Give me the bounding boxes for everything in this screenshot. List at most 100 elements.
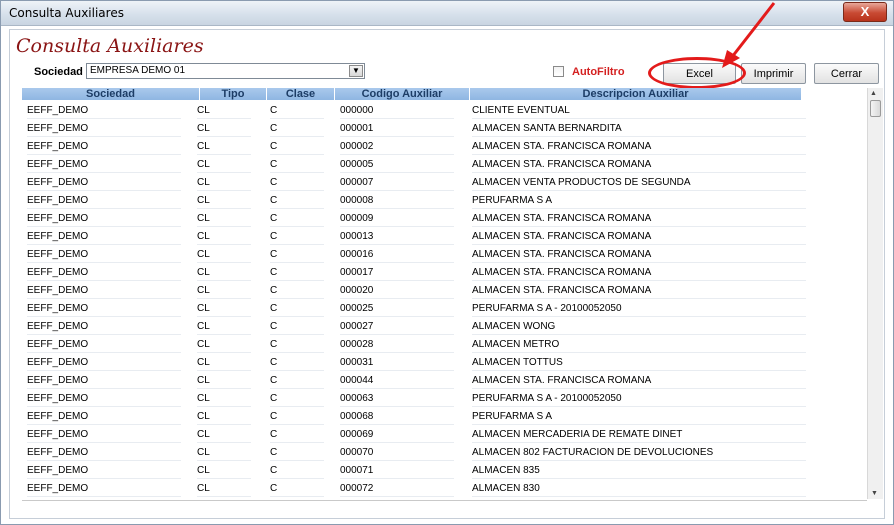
title-bar[interactable]: Consulta Auxiliares X bbox=[1, 1, 893, 26]
cell-sociedad: EEFF_DEMO bbox=[27, 408, 187, 426]
table-row[interactable]: EEFF_DEMO CL C 000009 ALMACEN STA. FRANCISCA… bbox=[22, 210, 867, 228]
cell-codigo-auxiliar: 000002 bbox=[340, 138, 460, 156]
table-row[interactable]: EEFF_DEMO CL C 000013 ALMACEN STA. FRANCISCA… bbox=[22, 228, 867, 246]
column-header-tipo[interactable]: Tipo bbox=[200, 88, 267, 100]
cell-tipo: CL bbox=[197, 390, 257, 408]
cell-descripcion-auxiliar: ALMACEN MERCADERIA DE REMATE DINET bbox=[472, 426, 812, 444]
cell-descripcion-auxiliar: ALMACEN STA. FRANCISCA ROMANA bbox=[472, 138, 812, 156]
cell-descripcion-auxiliar: ALMACEN 802 FACTURACION DE DEVOLUCIONES bbox=[472, 444, 812, 462]
cell-tipo: CL bbox=[197, 372, 257, 390]
cell-descripcion-auxiliar: ALMACEN STA. FRANCISCA ROMANA bbox=[472, 264, 812, 282]
cell-tipo: CL bbox=[197, 138, 257, 156]
table-row[interactable]: EEFF_DEMO CL C 000070 ALMACEN 802 FACTURACIO… bbox=[22, 444, 867, 462]
table-row[interactable]: EEFF_DEMO CL C 000071 ALMACEN 835 bbox=[22, 462, 867, 480]
cell-clase: C bbox=[270, 336, 330, 354]
cell-descripcion-auxiliar: ALMACEN VENTA PRODUCTOS DE SEGUNDA bbox=[472, 174, 812, 192]
column-header-clase[interactable]: Clase bbox=[267, 88, 335, 100]
cell-descripcion-auxiliar: PERUFARMA S A bbox=[472, 408, 812, 426]
cell-sociedad: EEFF_DEMO bbox=[27, 210, 187, 228]
cell-tipo: CL bbox=[197, 102, 257, 120]
table-row[interactable]: EEFF_DEMO CL C 000001 ALMACEN SANTA BERNARDI… bbox=[22, 120, 867, 138]
cell-clase: C bbox=[270, 156, 330, 174]
cell-sociedad: EEFF_DEMO bbox=[27, 174, 187, 192]
cell-sociedad: EEFF_DEMO bbox=[27, 336, 187, 354]
table-row[interactable]: EEFF_DEMO CL C 000008 PERUFARMA S A bbox=[22, 192, 867, 210]
cell-codigo-auxiliar: 000000 bbox=[340, 102, 460, 120]
table-row[interactable]: EEFF_DEMO CL C 000027 ALMACEN WONG bbox=[22, 318, 867, 336]
cerrar-button[interactable]: Cerrar bbox=[814, 63, 879, 84]
table-row[interactable]: EEFF_DEMO CL C 000063 PERUFARMA S A - 201000… bbox=[22, 390, 867, 408]
column-header-codigo-auxiliar[interactable]: Codigo Auxiliar bbox=[335, 88, 470, 100]
close-window-button[interactable]: X bbox=[843, 2, 887, 22]
scroll-up-arrow-icon[interactable]: ▲ bbox=[870, 90, 877, 97]
cell-sociedad: EEFF_DEMO bbox=[27, 300, 187, 318]
scrollbar-thumb[interactable] bbox=[870, 100, 881, 117]
column-header-descripcion-auxiliar[interactable]: Descripcion Auxiliar bbox=[470, 88, 802, 100]
cell-sociedad: EEFF_DEMO bbox=[27, 246, 187, 264]
grid-bottom-border bbox=[22, 500, 867, 511]
cell-sociedad: EEFF_DEMO bbox=[27, 426, 187, 444]
sociedad-select-value: EMPRESA DEMO 01 bbox=[90, 65, 186, 76]
cell-sociedad: EEFF_DEMO bbox=[27, 264, 187, 282]
cell-clase: C bbox=[270, 354, 330, 372]
cell-tipo: CL bbox=[197, 408, 257, 426]
cell-sociedad: EEFF_DEMO bbox=[27, 318, 187, 336]
table-row[interactable]: EEFF_DEMO CL C 000025 PERUFARMA S A - 201000… bbox=[22, 300, 867, 318]
scroll-down-arrow-icon[interactable]: ▼ bbox=[871, 490, 878, 497]
cell-codigo-auxiliar: 000028 bbox=[340, 336, 460, 354]
cell-codigo-auxiliar: 000007 bbox=[340, 174, 460, 192]
cell-tipo: CL bbox=[197, 354, 257, 372]
table-row[interactable]: EEFF_DEMO CL C 000002 ALMACEN STA. FRANCISCA… bbox=[22, 138, 867, 156]
column-header-sociedad[interactable]: Sociedad bbox=[22, 88, 200, 100]
table-row[interactable]: EEFF_DEMO CL C 000020 ALMACEN STA. FRANCISCA… bbox=[22, 282, 867, 300]
table-row[interactable]: EEFF_DEMO CL C 000016 ALMACEN STA. FRANCISCA… bbox=[22, 246, 867, 264]
cell-tipo: CL bbox=[197, 246, 257, 264]
table-row[interactable]: EEFF_DEMO CL C 000005 ALMACEN STA. FRANCISCA… bbox=[22, 156, 867, 174]
cell-sociedad: EEFF_DEMO bbox=[27, 228, 187, 246]
cell-tipo: CL bbox=[197, 444, 257, 462]
cell-sociedad: EEFF_DEMO bbox=[27, 372, 187, 390]
table-row[interactable]: EEFF_DEMO CL C 000072 ALMACEN 830 bbox=[22, 480, 867, 498]
cell-clase: C bbox=[270, 246, 330, 264]
imprimir-button[interactable]: Imprimir bbox=[741, 63, 806, 84]
autofiltro-checkbox[interactable] bbox=[553, 66, 564, 77]
table-row[interactable]: EEFF_DEMO CL C 000000 CLIENTE EVENTUAL bbox=[22, 102, 867, 120]
table-row[interactable]: EEFF_DEMO CL C 000028 ALMACEN METRO bbox=[22, 336, 867, 354]
cell-descripcion-auxiliar: ALMACEN 830 bbox=[472, 480, 812, 498]
cell-sociedad: EEFF_DEMO bbox=[27, 120, 187, 138]
cell-clase: C bbox=[270, 390, 330, 408]
table-row[interactable]: EEFF_DEMO CL C 000017 ALMACEN STA. FRANCISCA… bbox=[22, 264, 867, 282]
cell-tipo: CL bbox=[197, 210, 257, 228]
cell-clase: C bbox=[270, 102, 330, 120]
table-row[interactable]: EEFF_DEMO CL C 000068 PERUFARMA S A bbox=[22, 408, 867, 426]
dropdown-arrow-icon[interactable]: ▼ bbox=[349, 65, 363, 77]
cell-descripcion-auxiliar: PERUFARMA S A - 20100052050 bbox=[472, 390, 812, 408]
cell-sociedad: EEFF_DEMO bbox=[27, 354, 187, 372]
cell-clase: C bbox=[270, 210, 330, 228]
sociedad-select[interactable]: EMPRESA DEMO 01 ▼ bbox=[86, 63, 365, 79]
cell-sociedad: EEFF_DEMO bbox=[27, 390, 187, 408]
cell-sociedad: EEFF_DEMO bbox=[27, 480, 187, 498]
cell-sociedad: EEFF_DEMO bbox=[27, 192, 187, 210]
cell-descripcion-auxiliar: ALMACEN WONG bbox=[472, 318, 812, 336]
cell-codigo-auxiliar: 000063 bbox=[340, 390, 460, 408]
cell-codigo-auxiliar: 000017 bbox=[340, 264, 460, 282]
table-row[interactable]: EEFF_DEMO CL C 000069 ALMACEN MERCADERIA DE … bbox=[22, 426, 867, 444]
cell-tipo: CL bbox=[197, 156, 257, 174]
cell-descripcion-auxiliar: ALMACEN METRO bbox=[472, 336, 812, 354]
cell-clase: C bbox=[270, 192, 330, 210]
cell-tipo: CL bbox=[197, 426, 257, 444]
cell-tipo: CL bbox=[197, 264, 257, 282]
cell-sociedad: EEFF_DEMO bbox=[27, 138, 187, 156]
cell-codigo-auxiliar: 000069 bbox=[340, 426, 460, 444]
table-row[interactable]: EEFF_DEMO CL C 000031 ALMACEN TOTTUS bbox=[22, 354, 867, 372]
table-row[interactable]: EEFF_DEMO CL C 000007 ALMACEN VENTA PRODUCTO… bbox=[22, 174, 867, 192]
cell-tipo: CL bbox=[197, 120, 257, 138]
vertical-scrollbar[interactable]: ▲ ▼ bbox=[867, 88, 883, 499]
table-row[interactable]: EEFF_DEMO CL C 000044 ALMACEN STA. FRANCISCA… bbox=[22, 372, 867, 390]
cell-clase: C bbox=[270, 174, 330, 192]
cell-codigo-auxiliar: 000013 bbox=[340, 228, 460, 246]
cell-tipo: CL bbox=[197, 462, 257, 480]
cell-clase: C bbox=[270, 264, 330, 282]
cell-tipo: CL bbox=[197, 192, 257, 210]
